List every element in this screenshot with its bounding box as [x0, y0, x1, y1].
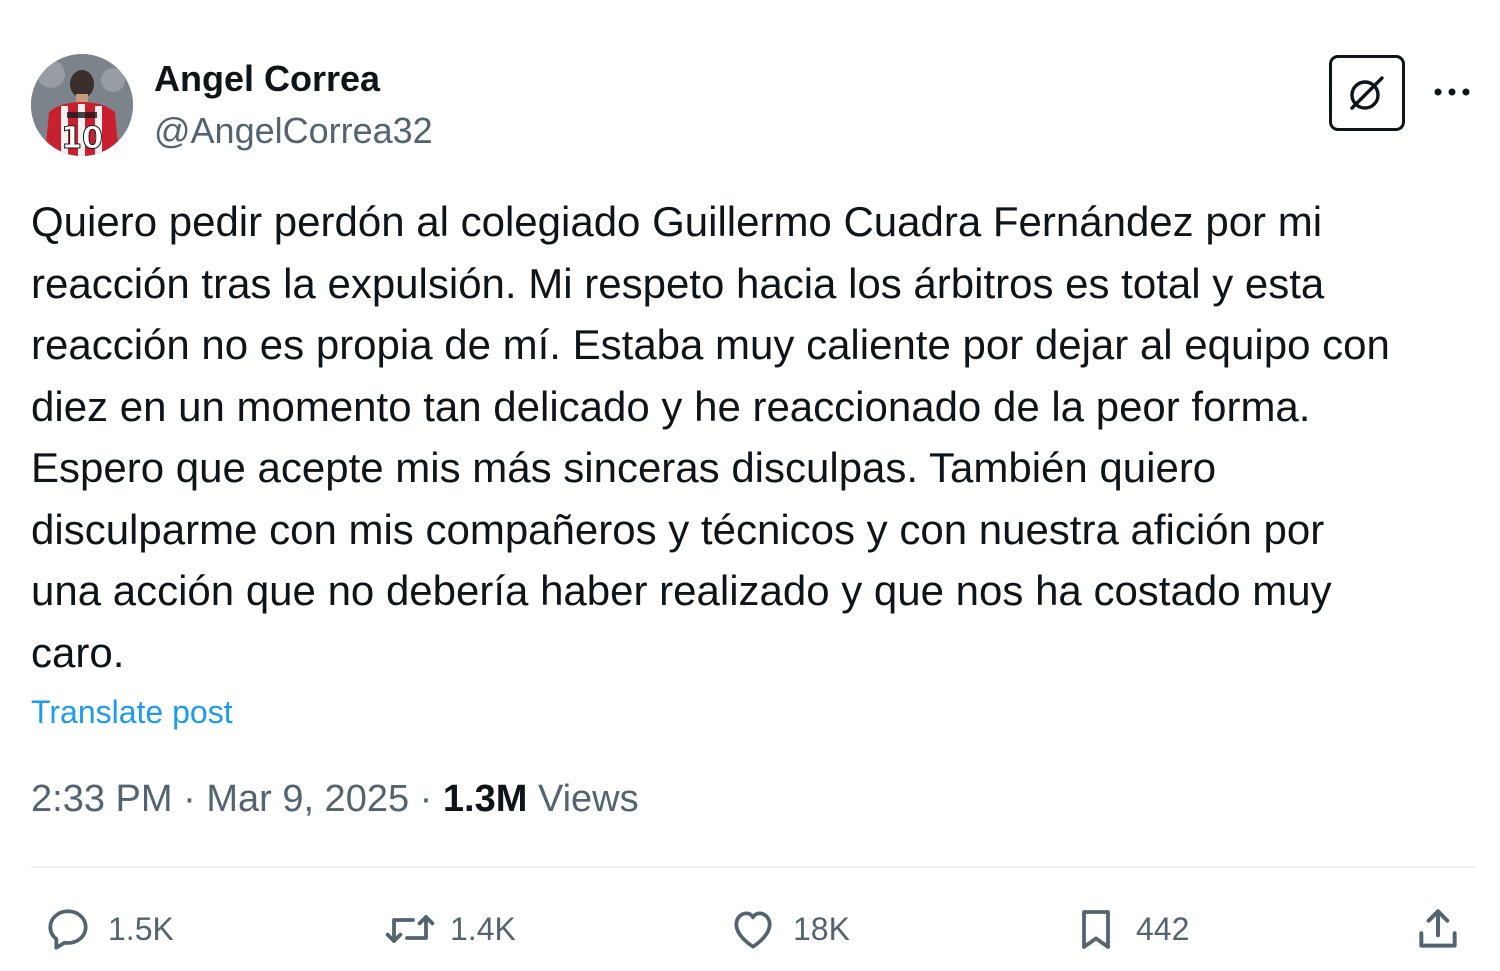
bookmark-count: 442: [1136, 911, 1190, 947]
post-text-line: reacción no es propia de mí. Estaba muy …: [31, 321, 1390, 368]
avatar-image: 10: [31, 54, 133, 156]
more-options-button[interactable]: [1428, 72, 1476, 112]
divider: [31, 866, 1476, 868]
reply-button[interactable]: 1.5K: [42, 900, 174, 958]
post-card: 10 Angel Correa @AngelCorrea32 Quiero pe…: [0, 0, 1500, 971]
like-count: 18K: [793, 911, 850, 947]
post-text-line: Espero que acepte mis más sinceras discu…: [31, 444, 1217, 491]
reply-icon: [42, 903, 94, 955]
meta-separator: ·: [183, 778, 196, 820]
post-date[interactable]: Mar 9, 2025: [206, 778, 409, 820]
post-text: Quiero pedir perdón al colegiado Guiller…: [31, 191, 1471, 683]
author-display-name[interactable]: Angel Correa: [154, 58, 380, 100]
meta-separator: ·: [419, 778, 433, 820]
grok-button[interactable]: [1329, 55, 1405, 131]
post-text-line: una acción que no debería haber realizad…: [31, 567, 1332, 614]
views-count: 1.3M: [442, 778, 528, 820]
repost-button[interactable]: 1.4K: [384, 900, 516, 958]
author-handle[interactable]: @AngelCorrea32: [154, 110, 433, 152]
views-label: Views: [537, 778, 639, 820]
post-text-line: reacción tras la expulsión. Mi respeto h…: [31, 259, 1325, 307]
repost-icon: [384, 903, 436, 955]
post-text-line: Quiero pedir perdón al colegiado Guiller…: [31, 198, 1323, 245]
like-button[interactable]: 18K: [727, 900, 850, 958]
translate-post-link[interactable]: Translate post: [31, 692, 233, 732]
post-text-line: caro.: [31, 628, 125, 676]
bookmark-icon: [1070, 903, 1122, 955]
reply-count: 1.5K: [108, 911, 174, 947]
avatar[interactable]: 10: [31, 54, 133, 156]
post-text-line: diez en un momento tan delicado y he rea…: [31, 382, 1311, 430]
bookmark-button[interactable]: 442: [1070, 900, 1189, 958]
avatar-jersey-number: 10: [61, 121, 103, 156]
more-icon: [1434, 88, 1470, 96]
share-icon: [1412, 903, 1464, 955]
share-button[interactable]: [1412, 900, 1464, 958]
post-meta: 2:33 PM · Mar 9, 2025 · 1.3M Views: [31, 776, 639, 822]
heart-icon: [727, 903, 779, 955]
repost-count: 1.4K: [450, 911, 516, 947]
grok-icon: [1350, 76, 1384, 110]
post-text-line: disculparme con mis compañeros y técnico…: [31, 505, 1325, 553]
post-time[interactable]: 2:33 PM: [31, 778, 173, 820]
